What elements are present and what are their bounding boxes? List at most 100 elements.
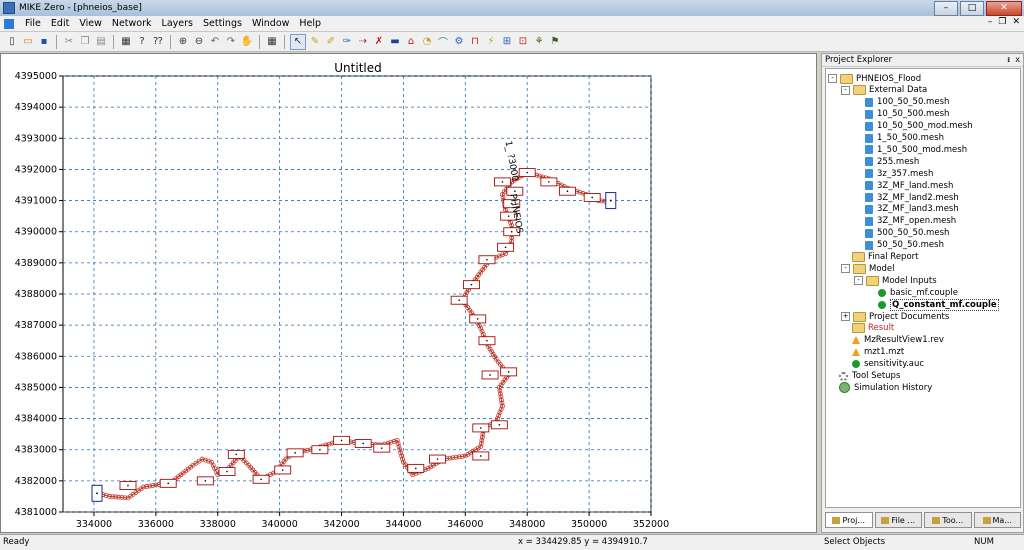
cross-section-dot <box>526 171 529 174</box>
dambreak-icon[interactable]: ⚡ <box>484 35 498 49</box>
explorer-tab[interactable]: Ma... <box>973 512 1021 528</box>
add-branch-icon[interactable]: ✐ <box>324 35 338 49</box>
cross-section-icon[interactable]: ⊞ <box>500 35 514 49</box>
collapse-icon[interactable]: - <box>841 264 850 274</box>
pan-icon[interactable]: ✋ <box>240 35 254 49</box>
river-line[interactable] <box>93 172 614 499</box>
tree-item[interactable]: 255.mesh <box>854 156 919 167</box>
paste-icon[interactable]: ▤ <box>94 35 108 49</box>
river-network-plot[interactable]: Untitled 334000 336000 338000 340000 342000 3… <box>1 54 816 532</box>
tree-item[interactable]: Result <box>841 323 894 334</box>
close-button[interactable]: ✕ <box>986 1 1022 16</box>
boundary-icon[interactable]: ⊡ <box>516 35 530 49</box>
tree-item[interactable]: 3Z_MF_open.mesh <box>854 216 956 227</box>
minimize-button[interactable]: – <box>934 1 958 16</box>
maximize-button[interactable]: □ <box>960 1 984 16</box>
help-icon[interactable]: ? <box>135 35 149 49</box>
tree-item[interactable]: MzResultView1.rev <box>841 335 944 346</box>
menu-view[interactable]: View <box>74 18 107 29</box>
status-text: Ready <box>3 537 30 547</box>
grid-icon[interactable]: ▦ <box>265 35 279 49</box>
cross-sections[interactable] <box>119 168 601 490</box>
tree-item[interactable]: - External Data <box>841 85 927 96</box>
explorer-tab[interactable]: File ... <box>874 512 922 528</box>
folder-icon <box>853 85 866 96</box>
tree-item[interactable]: - PHNEIOS_Flood <box>828 73 921 84</box>
zoom-next-icon[interactable]: ↷ <box>224 35 238 49</box>
explorer-tab[interactable]: Proj... <box>825 512 873 528</box>
explorer-tab[interactable]: Too... <box>924 512 972 528</box>
culvert-icon[interactable]: ◔ <box>420 35 434 49</box>
tree-item[interactable]: 1_50_500.mesh <box>854 133 944 144</box>
tree-item[interactable]: mzt1.mzt <box>841 347 904 358</box>
tree-item[interactable]: 500_50_50.mesh <box>854 228 949 239</box>
tree-item[interactable]: Q_constant_mf.couple <box>867 298 999 311</box>
couple-file-icon <box>878 288 886 297</box>
context-help-icon[interactable]: ⁇ <box>151 35 165 49</box>
insert-icon[interactable]: ✑ <box>340 35 354 49</box>
connect-icon[interactable]: ⇢ <box>356 35 370 49</box>
zoom-in-icon[interactable]: ⊕ <box>176 35 190 49</box>
menu-help[interactable]: Help <box>294 18 326 29</box>
tree-item[interactable]: 50_50_50.mesh <box>854 240 944 251</box>
select-icon[interactable]: ↖ <box>290 33 306 50</box>
project-tree[interactable]: - PHNEIOS_Flood - External Data 100_50_50.me… <box>825 68 1021 508</box>
collapse-icon[interactable]: - <box>854 276 863 286</box>
tree-item[interactable]: basic_mf.couple <box>867 287 958 298</box>
tree-item[interactable]: Tool Setups <box>828 371 900 382</box>
tree-item[interactable]: 3Z_MF_land.mesh <box>854 180 953 191</box>
boundary-markers[interactable] <box>91 192 617 502</box>
gate-icon[interactable]: ⊓ <box>468 35 482 49</box>
tree-item[interactable]: 10_50_500.mesh <box>854 109 949 120</box>
tree-item[interactable]: 3Z_MF_land2.mesh <box>854 192 959 203</box>
tree-item[interactable]: Simulation History <box>828 382 932 394</box>
document-icon[interactable] <box>4 18 14 29</box>
menu-window[interactable]: Window <box>247 18 294 29</box>
tool-a-icon[interactable]: ⚘ <box>532 35 546 49</box>
collapse-icon[interactable]: - <box>828 74 837 83</box>
mdi-restore-button[interactable]: ❐ <box>998 17 1006 27</box>
mdi-minimize-button[interactable]: – <box>988 17 993 27</box>
save-icon[interactable]: ▪ <box>37 35 51 49</box>
add-point-icon[interactable]: ✎ <box>308 35 322 49</box>
tree-item[interactable]: sensitivity.auc <box>841 359 924 370</box>
menu-edit[interactable]: Edit <box>46 18 74 29</box>
tree-item[interactable]: 3z_357.mesh <box>854 168 933 179</box>
cross-section-dot <box>507 215 510 217</box>
delete-icon[interactable]: ✗ <box>372 35 386 49</box>
structure-icon[interactable]: ▬ <box>388 35 402 49</box>
tab-icon <box>881 516 890 524</box>
zoom-prev-icon[interactable]: ↶ <box>208 35 222 49</box>
menu-settings[interactable]: Settings <box>198 18 247 29</box>
tree-item[interactable]: 10_50_500_mod.mesh <box>854 121 973 132</box>
tool-b-icon[interactable]: ⚑ <box>548 35 562 49</box>
menu-file[interactable]: File <box>20 18 46 29</box>
tree-item[interactable]: - Model <box>841 263 895 274</box>
tree-item[interactable]: Final Report <box>841 252 918 263</box>
tree-item[interactable]: - Model Inputs <box>854 275 937 286</box>
bridge-icon[interactable]: ⌒ <box>436 35 450 49</box>
cut-icon[interactable]: ✂ <box>62 35 76 49</box>
open-icon[interactable]: ▭ <box>21 35 35 49</box>
couple-file-icon <box>878 300 886 309</box>
copy-icon[interactable]: ❐ <box>78 35 92 49</box>
tree-item[interactable]: + Project Documents <box>841 311 949 322</box>
close-icon[interactable]: x <box>1015 55 1020 64</box>
expand-icon[interactable]: + <box>841 312 850 321</box>
print-icon[interactable]: ▦ <box>119 35 133 49</box>
river-branch[interactable] <box>91 170 614 501</box>
tree-item[interactable]: 100_50_50.mesh <box>854 97 949 108</box>
cross-section-dot <box>436 458 439 460</box>
tree-item[interactable]: 3Z_MF_land3.mesh <box>854 204 959 215</box>
tree-item[interactable]: 1_50_500_mod.mesh <box>854 144 967 155</box>
weir-icon[interactable]: ⌂ <box>404 35 418 49</box>
mdi-close-button[interactable]: ✕ <box>1012 17 1020 27</box>
collapse-icon[interactable]: - <box>841 85 850 95</box>
zoom-out-icon[interactable]: ⊖ <box>192 35 206 49</box>
pump-icon[interactable]: ⚙ <box>452 35 466 49</box>
menu-layers[interactable]: Layers <box>157 18 198 29</box>
pin-icon[interactable]: ᵻ <box>1007 55 1010 64</box>
network-view[interactable]: Untitled 334000 336000 338000 340000 342000 3… <box>0 53 817 533</box>
new-icon[interactable]: ▯ <box>5 35 19 49</box>
menu-network[interactable]: Network <box>107 18 157 29</box>
